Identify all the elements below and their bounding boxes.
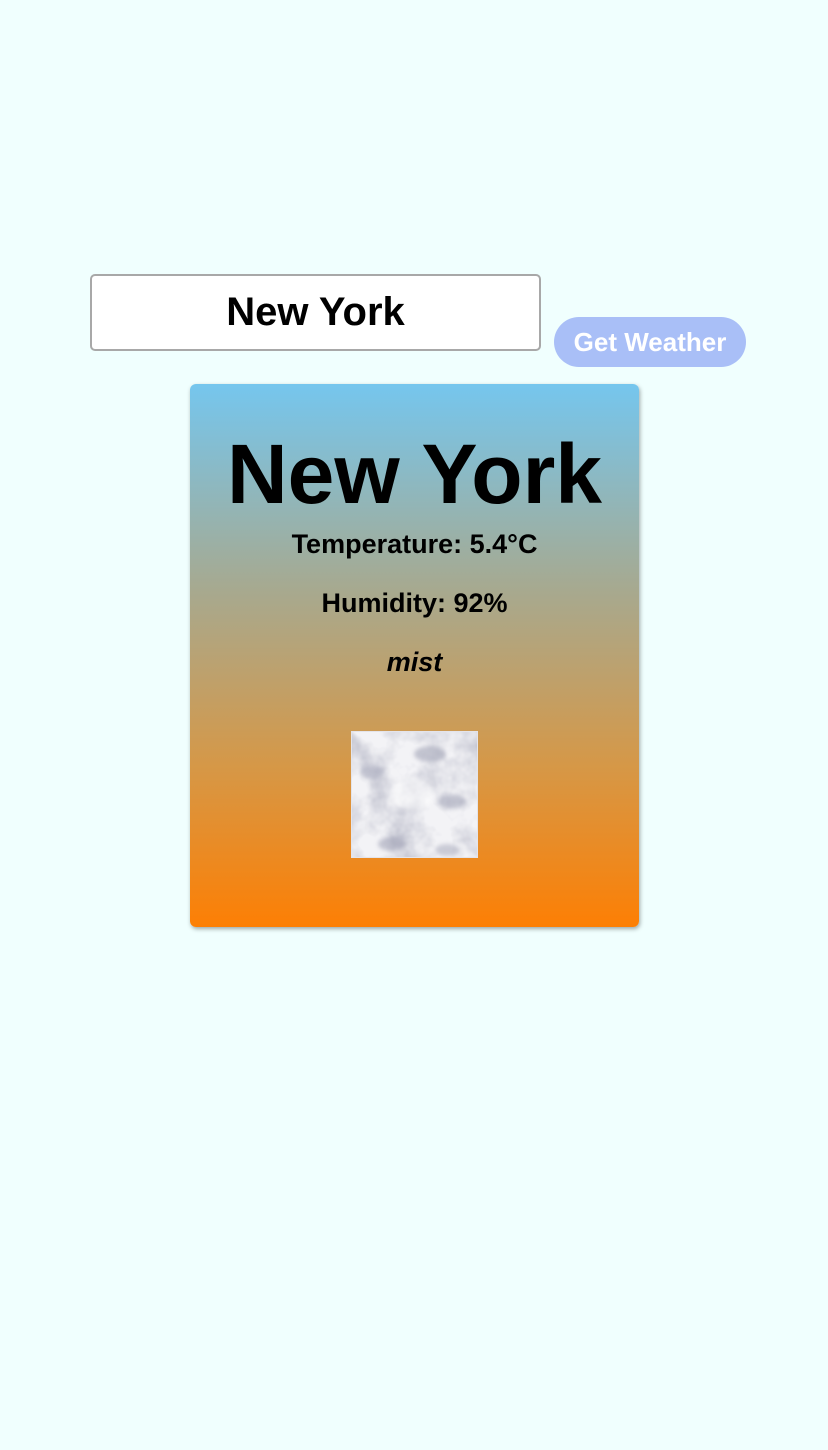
humidity-text: Humidity: 92% [321,588,508,618]
weather-card: New York Temperature: 5.4°C Humidity: 92… [190,384,639,927]
city-search-input[interactable] [90,274,541,351]
weather-description: mist [386,647,443,677]
temperature-text: Temperature: 5.4°C [291,529,538,559]
get-weather-button[interactable]: Get Weather [554,317,746,367]
city-name: New York [226,427,603,521]
mist-icon [351,731,478,858]
